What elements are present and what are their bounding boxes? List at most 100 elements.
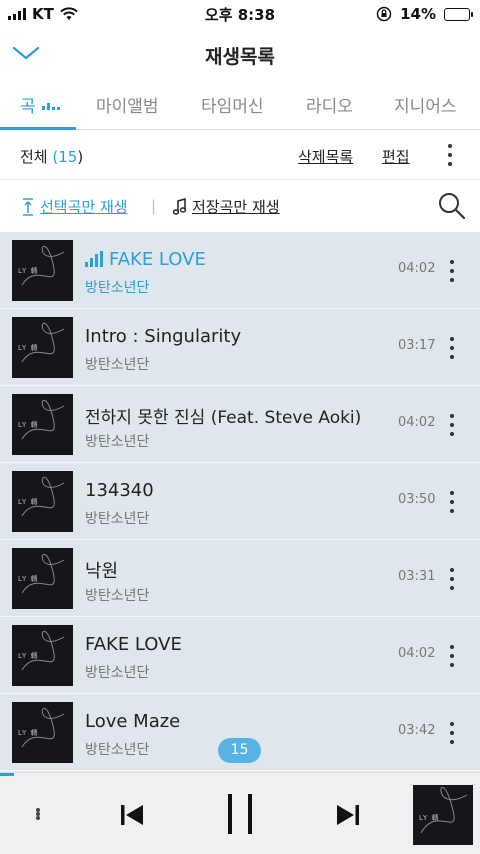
now-playing-album-art[interactable]: LY 轉 — [413, 785, 473, 845]
battery-percent: 14% — [400, 5, 436, 23]
album-art-text: LY 轉 — [18, 652, 39, 660]
queue-count-badge[interactable]: 15 — [218, 738, 261, 763]
battery-icon — [444, 7, 473, 21]
total-label-text: 전체 — [20, 148, 48, 166]
action-row: 선택곡만 재생 | 저장곡만 재생 — [0, 180, 480, 232]
pause-button[interactable] — [220, 791, 260, 837]
tab-my-album[interactable]: 마이앨범 — [96, 92, 159, 117]
rotation-lock-icon — [376, 6, 392, 22]
tab-genius[interactable]: 지니어스 — [394, 92, 457, 117]
status-right: 14% — [376, 5, 473, 23]
track-title: 전하지 못한 진심 (Feat. Steve Aoki) — [85, 408, 362, 428]
playback-progress[interactable] — [0, 773, 15, 776]
album-art-text: LY 轉 — [18, 729, 39, 737]
tab-time-machine[interactable]: 타임머신 — [201, 92, 264, 117]
album-art-text: LY 轉 — [18, 575, 39, 583]
now-playing-icon — [85, 251, 103, 267]
total-close-paren: ) — [77, 148, 84, 166]
track-row[interactable]: LY 轉 FAKE LOVE 방탄소년단 04:02 — [0, 617, 480, 694]
pause-icon — [228, 794, 252, 834]
track-row[interactable]: LY 轉 Intro : Singularity 방탄소년단 03:17 — [0, 309, 480, 386]
skip-next-icon — [337, 805, 359, 825]
track-title-text: FAKE LOVE — [109, 249, 206, 270]
track-row[interactable]: LY 轉 FAKE LOVE 방탄소년단 04:02 — [0, 232, 480, 309]
cellular-signal-icon — [8, 8, 26, 20]
track-artist: 방탄소년단 — [85, 742, 150, 758]
track-duration: 03:42 — [398, 723, 436, 738]
header: 재생목록 — [0, 28, 480, 80]
deleted-list-link[interactable]: 삭제목록 — [298, 146, 353, 167]
track-artist: 방탄소년단 — [85, 588, 150, 604]
edit-link[interactable]: 편집 — [382, 146, 410, 167]
track-title: 낙원 — [85, 561, 119, 582]
track-more-icon[interactable] — [442, 259, 462, 283]
album-art: LY 轉 — [12, 471, 73, 532]
track-more-icon[interactable] — [442, 721, 462, 745]
total-count: 15 — [58, 148, 78, 166]
track-artist: 방탄소년단 — [85, 434, 150, 450]
mini-player: LY 轉 — [0, 772, 480, 854]
album-art: LY 轉 — [12, 548, 73, 609]
equalizer-icon — [41, 99, 60, 110]
track-title: Love Maze — [85, 711, 181, 732]
track-more-icon[interactable] — [442, 413, 462, 437]
album-art-text: LY 轉 — [18, 498, 39, 506]
track-artist: 방탄소년단 — [85, 511, 150, 527]
track-row[interactable]: LY 轉 전하지 못한 진심 (Feat. Steve Aoki) 방탄소년단 … — [0, 386, 480, 463]
track-duration: 03:17 — [398, 338, 436, 353]
action-divider: | — [151, 197, 157, 215]
carrier-label: KT — [32, 5, 54, 23]
page-title: 재생목록 — [205, 46, 275, 68]
track-title: Intro : Singularity — [85, 326, 242, 347]
more-options-icon[interactable] — [440, 143, 460, 167]
album-art: LY 轉 — [12, 240, 73, 301]
play-saved-label: 저장곡만 재생 — [192, 198, 280, 216]
status-bar: KT 오후 8:38 14% — [0, 0, 480, 28]
search-button[interactable] — [436, 190, 468, 222]
track-title: 134340 — [85, 480, 154, 501]
play-selected-label: 선택곡만 재생 — [40, 198, 128, 216]
track-row[interactable]: LY 轉 134340 방탄소년단 03:50 — [0, 463, 480, 540]
play-selected-button[interactable]: 선택곡만 재생 — [20, 196, 128, 217]
total-count-label: 전체 (15) — [20, 146, 83, 167]
track-more-icon[interactable] — [442, 336, 462, 360]
player-more-icon[interactable] — [28, 802, 48, 826]
tab-songs-label: 곡 — [20, 97, 36, 117]
track-list: LY 轉 FAKE LOVE 방탄소년단 04:02 LY 轉 Intro : … — [0, 232, 480, 772]
status-left: KT — [8, 5, 78, 23]
track-title: FAKE LOVE — [85, 634, 182, 655]
track-artist: 방탄소년단 — [85, 665, 150, 681]
track-more-icon[interactable] — [442, 567, 462, 591]
next-button[interactable] — [328, 795, 368, 835]
previous-button[interactable] — [112, 795, 152, 835]
tab-bar: 곡 마이앨범 타임머신 라디오 지니어스 — [0, 80, 480, 130]
tab-songs[interactable]: 곡 — [20, 92, 60, 117]
track-duration: 03:31 — [398, 569, 436, 584]
track-artist: 방탄소년단 — [85, 357, 150, 373]
tab-radio[interactable]: 라디오 — [306, 92, 353, 117]
play-selected-icon — [23, 197, 33, 216]
track-more-icon[interactable] — [442, 490, 462, 514]
album-art: LY 轉 — [12, 625, 73, 686]
track-duration: 04:02 — [398, 261, 436, 276]
album-art-text: LY 轉 — [18, 267, 39, 275]
play-saved-button[interactable]: 저장곡만 재생 — [172, 196, 280, 217]
album-art: LY 轉 — [12, 394, 73, 455]
album-art: LY 轉 — [12, 317, 73, 378]
track-duration: 04:02 — [398, 646, 436, 661]
album-art: LY 轉 — [12, 702, 73, 763]
track-title: FAKE LOVE — [85, 249, 206, 270]
skip-previous-icon — [121, 805, 143, 825]
search-icon — [439, 193, 466, 220]
track-duration: 03:50 — [398, 492, 436, 507]
wifi-icon — [60, 7, 78, 20]
list-header: 전체 (15) 삭제목록 편집 — [0, 130, 480, 180]
album-art-text: LY 轉 — [18, 344, 39, 352]
track-artist: 방탄소년단 — [85, 280, 150, 296]
track-row[interactable]: LY 轉 낙원 방탄소년단 03:31 — [0, 540, 480, 617]
track-more-icon[interactable] — [442, 644, 462, 668]
album-art-text: LY 轉 — [18, 421, 39, 429]
album-art-text: LY 轉 — [419, 814, 440, 822]
track-duration: 04:02 — [398, 415, 436, 430]
music-note-icon — [172, 197, 187, 215]
